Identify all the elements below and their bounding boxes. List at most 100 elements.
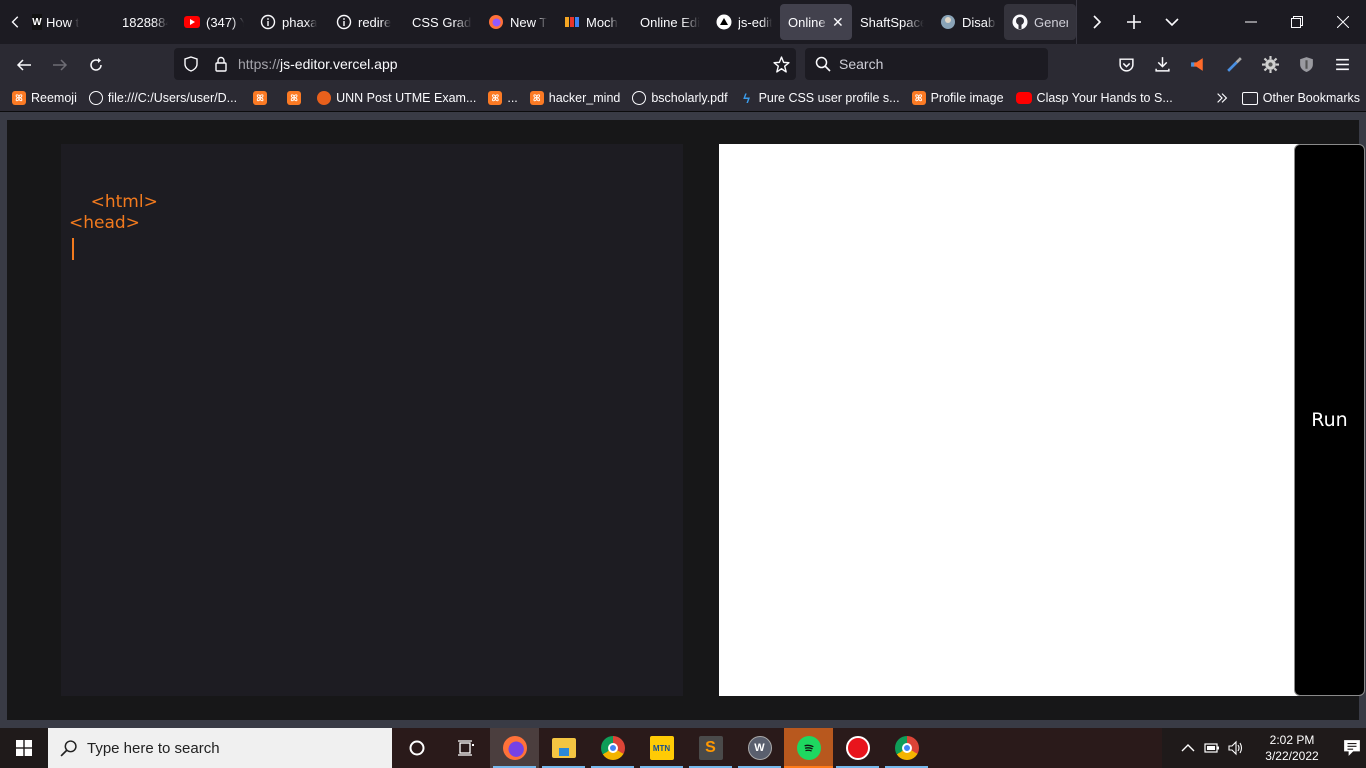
bookmark-item[interactable]: ꕤ Profile image <box>906 86 1010 110</box>
bookmark-item[interactable]: ꕤ... <box>482 86 523 110</box>
cortana-button[interactable] <box>392 728 441 768</box>
extension-eyedropper-button[interactable] <box>1216 48 1252 80</box>
more-bookmarks-button[interactable] <box>1208 91 1236 105</box>
taskbar-app-file-explorer[interactable] <box>539 728 588 768</box>
taskbar-app-spotify[interactable] <box>784 728 833 768</box>
xampp-icon: ꕤ <box>488 91 503 105</box>
hamburger-menu-icon <box>1335 58 1349 70</box>
xampp-icon: ꕤ <box>529 91 544 105</box>
bookmark-item[interactable]: Clasp Your Hands to S... <box>1010 86 1179 110</box>
search-bar[interactable] <box>805 48 1048 80</box>
taskbar-app-recorder[interactable] <box>833 728 882 768</box>
windows-logo-icon <box>16 740 32 756</box>
bookmark-item[interactable]: ꕤ <box>243 86 277 110</box>
scroll-tabs-right-button[interactable] <box>1077 4 1115 40</box>
bookmark-item[interactable]: bscholarly.pdf <box>626 86 733 110</box>
tab[interactable]: ShaftSpace <box>852 4 932 40</box>
taskbar-search[interactable] <box>48 728 392 768</box>
app-menu-button[interactable] <box>1324 48 1360 80</box>
page-viewport: <html> <head> Run <box>0 112 1366 728</box>
code-content[interactable]: <html> <head> <box>69 192 158 234</box>
tab[interactable]: Moch <box>556 4 632 40</box>
window-controls <box>1228 0 1366 44</box>
chevron-down-icon <box>1165 18 1179 27</box>
bookmarks-toolbar: ꕤ Reemoji file:///C:/Users/user/D... ꕤ ꕤ … <box>0 85 1366 112</box>
megaphone-icon <box>1190 57 1203 71</box>
clock[interactable]: 2:02 PM 3/22/2022 <box>1252 732 1332 764</box>
back-button[interactable] <box>6 49 42 81</box>
tab[interactable]: New T <box>480 4 556 40</box>
windows-taskbar: MTN S W 2:02 PM 3/22/2022 <box>0 728 1366 768</box>
close-icon <box>1337 16 1349 28</box>
start-button[interactable] <box>0 728 48 768</box>
js-editor-page: <html> <head> Run <box>7 120 1365 720</box>
taskbar-app-chrome[interactable] <box>588 728 637 768</box>
minimize-button[interactable] <box>1228 0 1274 44</box>
scroll-tabs-left-button[interactable] <box>0 0 32 44</box>
mocha-icon <box>564 14 580 30</box>
close-window-button[interactable] <box>1320 0 1366 44</box>
battery-button[interactable] <box>1200 740 1224 756</box>
tab[interactable]: W How t <box>32 4 98 40</box>
tab[interactable]: 1828884.p <box>98 4 176 40</box>
youtube-icon <box>184 14 200 30</box>
tab[interactable]: phaxa <box>252 4 328 40</box>
chevron-up-icon <box>1181 744 1195 752</box>
address-bar[interactable]: https://js-editor.vercel.app <box>174 48 796 80</box>
taskbar-app-wamp[interactable]: W <box>735 728 784 768</box>
list-all-tabs-button[interactable] <box>1153 4 1191 40</box>
tab[interactable]: js-edit <box>708 4 780 40</box>
taskbar-apps: MTN S W <box>392 728 931 768</box>
tracking-protection-shield-icon[interactable] <box>176 56 206 72</box>
reload-button[interactable] <box>78 49 114 81</box>
taskbar-app-firefox[interactable] <box>490 728 539 768</box>
chevron-left-icon <box>11 16 19 28</box>
forward-button[interactable] <box>42 49 78 81</box>
url-text[interactable]: https://js-editor.vercel.app <box>238 56 398 72</box>
show-hidden-icons-button[interactable] <box>1176 740 1200 756</box>
tab-active[interactable]: Online E ✕ <box>780 4 852 40</box>
mtn-icon: MTN <box>649 736 674 760</box>
bookmark-item[interactable]: ꕤ hacker_mind <box>524 86 627 110</box>
pocket-icon <box>1118 57 1134 72</box>
taskbar-search-input[interactable] <box>87 739 367 757</box>
chevron-right-icon <box>1093 15 1102 29</box>
bookmark-star-icon[interactable] <box>773 56 790 78</box>
taskbar-app-sublime-text[interactable]: S <box>686 728 735 768</box>
extension-settings-button[interactable] <box>1252 48 1288 80</box>
close-tab-icon[interactable]: ✕ <box>832 14 844 31</box>
bookmark-item[interactable]: ꕤ <box>277 86 311 110</box>
bookmark-item[interactable]: file:///C:/Users/user/D... <box>83 86 243 110</box>
tab[interactable]: Disabl <box>932 4 1004 40</box>
extension-megaphone-button[interactable] <box>1180 48 1216 80</box>
run-button[interactable]: Run <box>1294 144 1365 696</box>
search-input[interactable] <box>839 56 1039 72</box>
code-editor[interactable]: <html> <head> <box>61 144 683 696</box>
tab[interactable]: CSS Gradie <box>404 4 480 40</box>
chrome-icon <box>600 736 625 760</box>
tab[interactable]: Online Edi <box>632 4 708 40</box>
tab[interactable]: (347) Y <box>176 4 252 40</box>
bookmark-item[interactable]: ꕤ Reemoji <box>6 86 83 110</box>
extension-shield-button[interactable] <box>1288 48 1324 80</box>
other-bookmarks-folder[interactable]: Other Bookmarks <box>1236 86 1366 110</box>
arrow-right-icon <box>53 58 68 71</box>
new-tab-button[interactable] <box>1115 4 1153 40</box>
downloads-button[interactable] <box>1144 48 1180 80</box>
task-view-button[interactable] <box>441 728 490 768</box>
tab[interactable]: Gener <box>1004 4 1076 40</box>
taskbar-app-chrome[interactable] <box>882 728 931 768</box>
taskbar-app-mtn[interactable]: MTN <box>637 728 686 768</box>
bookmark-item[interactable]: UNN Post UTME Exam... <box>311 86 482 110</box>
lock-icon[interactable] <box>206 56 236 72</box>
unn-icon <box>317 91 332 105</box>
tab-strip: W How t 1828884.p (347) Y phaxa redire C… <box>0 0 1366 44</box>
action-center-button[interactable] <box>1332 739 1366 757</box>
bookmark-item[interactable]: ϟ Pure CSS user profile s... <box>734 86 906 110</box>
reload-icon <box>90 57 102 71</box>
restore-button[interactable] <box>1274 0 1320 44</box>
volume-button[interactable] <box>1224 740 1248 756</box>
tab[interactable]: redire <box>328 4 404 40</box>
pocket-button[interactable] <box>1108 48 1144 80</box>
w-icon: W <box>32 14 42 30</box>
